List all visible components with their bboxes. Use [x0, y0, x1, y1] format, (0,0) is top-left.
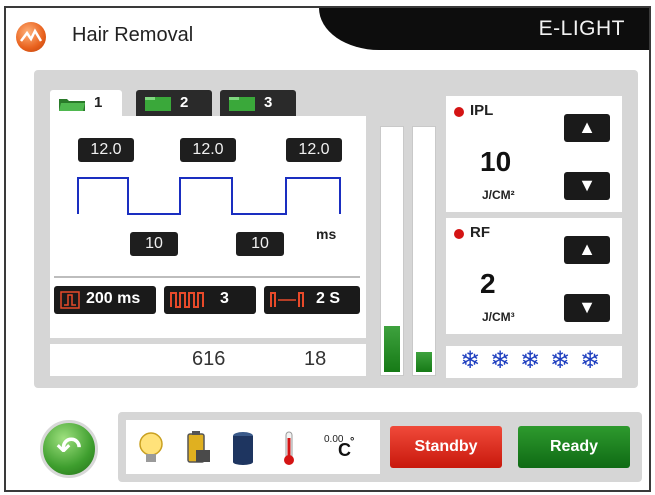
down-arrow-icon: ▼ — [578, 297, 596, 317]
rf-panel: RF 2 J/CM³ ▲ ▼ — [446, 218, 622, 334]
rf-increase-button[interactable]: ▲ — [564, 236, 610, 264]
interval-icon — [270, 292, 304, 307]
energy-meter-left — [380, 126, 404, 376]
ipl-unit: J/CM² — [482, 188, 515, 202]
delay-unit-label: ms — [316, 226, 337, 242]
pulse-width-3-button[interactable]: 12.0 — [286, 138, 342, 162]
rf-label: RF — [470, 224, 490, 241]
header: Hair Removal E-LIGHT — [6, 8, 649, 60]
meter-fill — [416, 352, 432, 372]
delay-2-button[interactable]: 10 — [236, 232, 284, 256]
folder-icon — [229, 97, 255, 111]
delay-1-button[interactable]: 10 — [130, 232, 178, 256]
snowflake-icon: ❄ — [460, 347, 481, 374]
tab-label: 1 — [94, 94, 103, 111]
snowflake-icon: ❄ — [520, 347, 541, 374]
battery-icon — [187, 431, 210, 463]
thermometer-icon — [284, 431, 294, 465]
pulse-width-2-button[interactable]: 12.0 — [180, 138, 236, 162]
up-arrow-icon: ▲ — [578, 117, 596, 137]
interval-button[interactable]: 2 S — [264, 286, 360, 314]
brand-banner: E-LIGHT — [319, 8, 649, 50]
multi-pulse-icon — [170, 292, 204, 308]
tab-3[interactable]: 3 — [220, 90, 296, 116]
ipl-indicator-icon — [454, 107, 464, 117]
rf-indicator-icon — [454, 229, 464, 239]
degree-symbol: ° — [350, 436, 355, 448]
pulse-count-button[interactable]: 3 — [164, 286, 256, 314]
water-tank-icon — [233, 432, 253, 465]
single-pulse-icon — [60, 291, 80, 309]
tab-1[interactable]: 1 — [50, 90, 122, 116]
standby-button[interactable]: Standby — [390, 426, 502, 468]
ipl-value: 10 — [480, 146, 512, 177]
energy-meter-right — [412, 126, 436, 376]
main-panel: 1 2 3 12.0 12.0 12.0 10 10 ms 200 ms 3 2… — [34, 70, 638, 388]
lamp-icon — [139, 432, 163, 462]
snowflake-icon: ❄ — [550, 347, 571, 374]
tab-label: 2 — [180, 94, 189, 111]
rf-value: 2 — [480, 268, 496, 299]
down-arrow-icon: ▼ — [578, 175, 596, 195]
tab-2[interactable]: 2 — [136, 90, 212, 116]
pulse-waveform — [77, 177, 341, 215]
status-icons: 0.00 C ° — [126, 420, 380, 474]
ipl-decrease-button[interactable]: ▼ — [564, 172, 610, 200]
meter-fill — [384, 326, 400, 372]
snowflake-icon: ❄ — [490, 347, 511, 374]
back-button[interactable]: ↶ — [40, 420, 98, 478]
pulse-duration-button[interactable]: 200 ms — [54, 286, 156, 314]
pulse-duration-value: 200 ms — [86, 290, 141, 307]
waveform-panel: 12.0 12.0 12.0 10 10 ms 200 ms 3 2 S — [50, 116, 366, 338]
ipl-panel: IPL 10 J/CM² ▲ ▼ — [446, 96, 622, 212]
cooling-level-bar[interactable]: ❄ ❄ ❄ ❄ ❄ — [446, 346, 622, 378]
page-title: Hair Removal — [72, 24, 194, 46]
snowflake-icon: ❄ — [580, 347, 601, 374]
tab-label: 3 — [264, 94, 273, 111]
brand-label: E-LIGHT — [538, 17, 625, 40]
ipl-increase-button[interactable]: ▲ — [564, 114, 610, 142]
back-arrow-icon: ↶ — [56, 432, 82, 465]
rf-unit: J/CM³ — [482, 310, 515, 324]
open-folder-icon — [59, 99, 85, 111]
interval-value: 2 S — [316, 290, 341, 307]
pulse-width-1-button[interactable]: 12.0 — [78, 138, 134, 162]
counter-bar: 616 18 — [50, 344, 366, 376]
shot-counter: 616 — [192, 348, 226, 370]
up-arrow-icon: ▲ — [578, 239, 596, 259]
pulse-count-value: 3 — [220, 290, 229, 307]
divider — [54, 276, 360, 278]
ready-button[interactable]: Ready — [518, 426, 630, 468]
status-panel: 0.00 C ° Standby Ready — [118, 412, 642, 482]
hair-removal-logo-icon — [16, 22, 46, 52]
rf-decrease-button[interactable]: ▼ — [564, 294, 610, 322]
session-counter: 18 — [304, 348, 327, 370]
folder-icon — [145, 97, 171, 111]
ipl-label: IPL — [470, 102, 494, 119]
